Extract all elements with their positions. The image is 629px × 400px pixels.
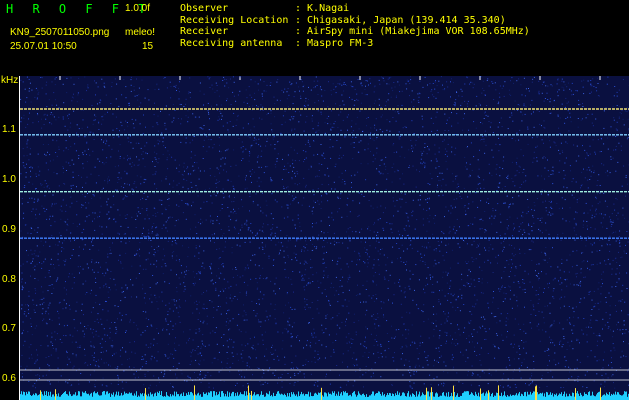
meta-row: Observer : K.Nagai xyxy=(180,3,530,15)
spectrogram xyxy=(20,76,629,400)
meta-row: Receiving Location : Chigasaki, Japan (13… xyxy=(180,15,530,27)
meta-value: : AirSpy mini (Miakejima VOR 108.65MHz) xyxy=(295,26,530,37)
spectrogram-canvas xyxy=(20,76,629,400)
meta-value: : Maspro FM-3 xyxy=(295,37,374,49)
meleo-label: meleo! xyxy=(125,27,156,38)
meta-key: Observer xyxy=(180,3,229,14)
meta-row: Receiving antenna : Maspro FM-3 xyxy=(180,38,530,50)
meleo-value: 15 xyxy=(142,41,154,52)
y-axis-unit: kHz xyxy=(1,75,19,86)
file-name: KN9_2507011050.png xyxy=(10,27,110,38)
meta-key: Receiver xyxy=(180,26,229,37)
meta-value: : K.Nagai xyxy=(295,3,350,14)
app-version: 1.0.0f xyxy=(125,3,151,14)
meta-value: : Chigasaki, Japan (139.414 35.340) xyxy=(295,14,506,26)
meta-key: Receiving Location xyxy=(180,14,289,26)
meta-key: Receiving antenna xyxy=(180,37,283,49)
datetime: 25.07.01 10:50 xyxy=(10,41,77,52)
meta-row: Receiver : AirSpy mini (Miakejima VOR 108… xyxy=(180,26,530,38)
meta-table: Observer : K.Nagai Receiving Location : Ch… xyxy=(180,3,530,49)
